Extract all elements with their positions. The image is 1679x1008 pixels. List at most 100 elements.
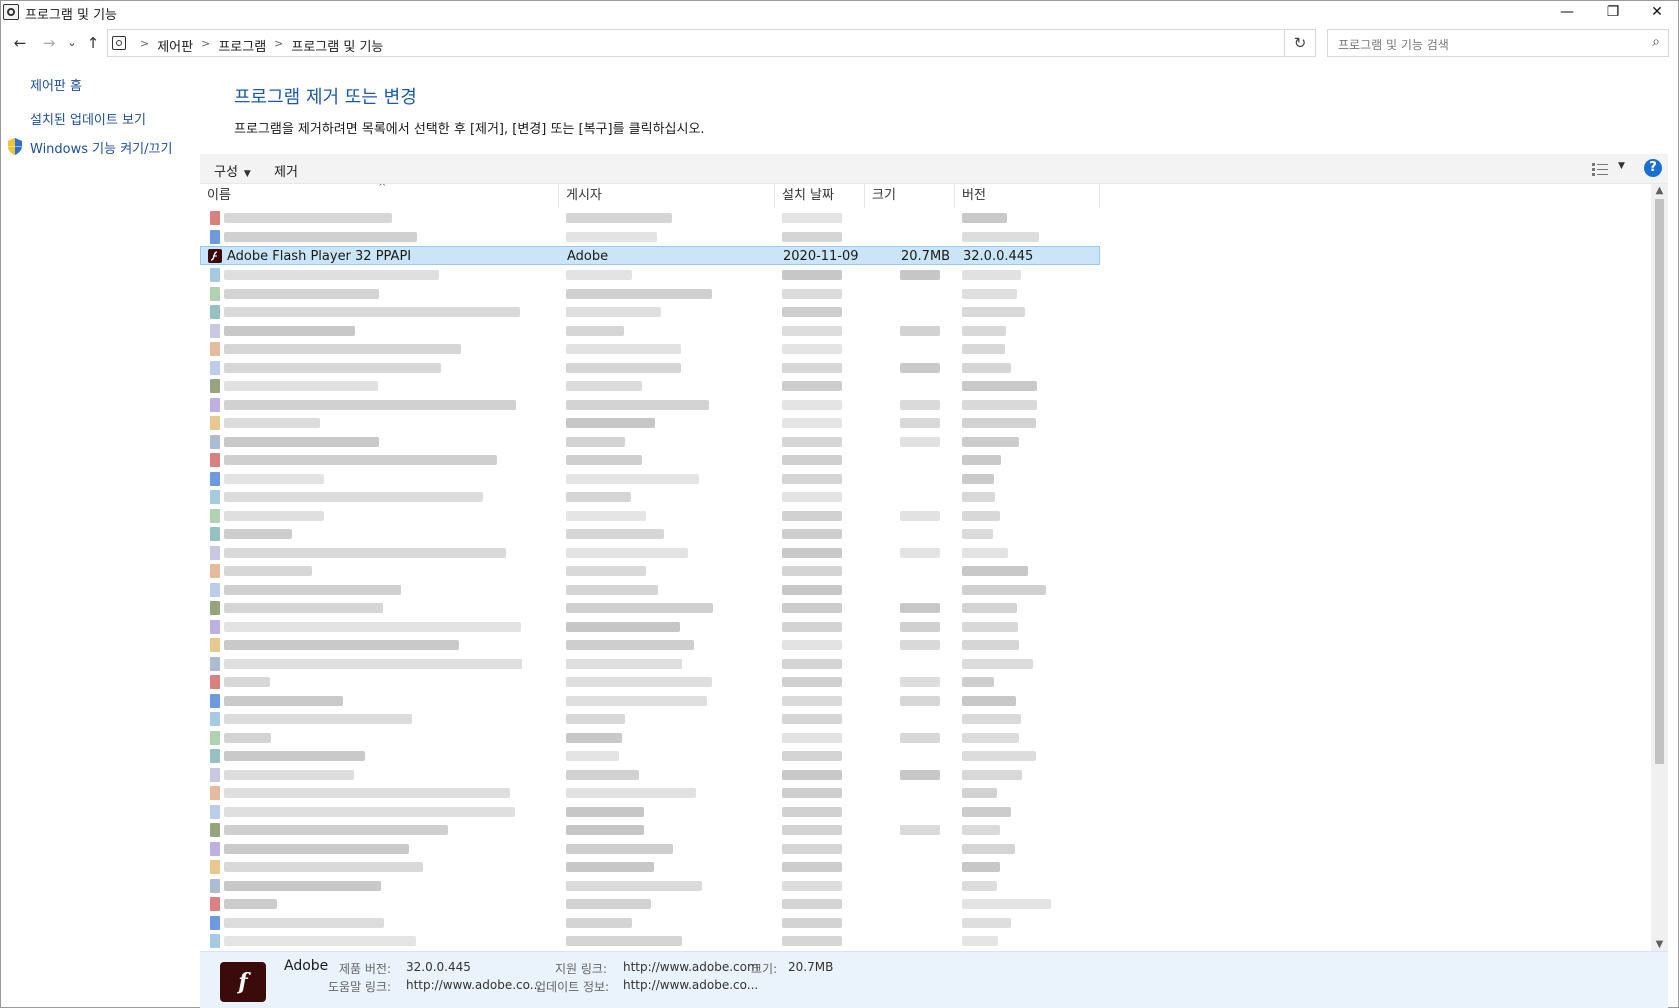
obscured-row[interactable]: [200, 617, 1100, 636]
breadcrumb-programs[interactable]: 프로그램: [218, 36, 266, 55]
details-help-link[interactable]: http://www.adobe.co...: [406, 978, 541, 992]
obscured-row[interactable]: [200, 487, 1100, 506]
obscured-app-icon: [210, 934, 220, 948]
obscured-row[interactable]: [200, 302, 1100, 321]
obscured-text: [566, 492, 631, 502]
details-support-link[interactable]: http://www.adobe.com: [623, 960, 759, 974]
obscured-text: [962, 677, 994, 687]
obscured-text: [782, 510, 842, 521]
obscured-row[interactable]: [200, 598, 1100, 617]
obscured-row[interactable]: [200, 413, 1100, 432]
organize-button[interactable]: 구성 ▼: [214, 161, 251, 180]
view-dropdown-icon[interactable]: ▼: [1618, 161, 1625, 171]
obscured-row[interactable]: [200, 931, 1100, 950]
obscured-text: [782, 843, 842, 854]
obscured-app-icon: [210, 471, 220, 486]
obscured-row[interactable]: [200, 358, 1100, 377]
obscured-text: [782, 418, 842, 428]
column-header-version[interactable]: 버전: [955, 184, 1100, 208]
close-button[interactable]: ✕: [1634, 1, 1679, 23]
vertical-scrollbar[interactable]: ▲ ▼: [1651, 184, 1668, 951]
obscured-row[interactable]: [200, 580, 1100, 599]
restore-button[interactable]: ❐: [1590, 1, 1636, 23]
obscured-row[interactable]: [200, 654, 1100, 673]
program-list[interactable]: 이름 ^ 게시자 설치 날짜 크기 버전 Adobe Flash Player …: [200, 184, 1668, 951]
obscured-text: [782, 640, 842, 650]
obscured-row[interactable]: [200, 339, 1100, 358]
breadcrumb-programs-and-features[interactable]: 프로그램 및 기능: [291, 36, 383, 55]
up-button[interactable]: ↑: [83, 33, 103, 53]
obscured-text: [224, 547, 506, 558]
obscured-row[interactable]: [200, 802, 1100, 821]
obscured-row[interactable]: [200, 561, 1100, 580]
obscured-row[interactable]: [200, 395, 1100, 414]
obscured-row[interactable]: [200, 913, 1100, 932]
obscured-row[interactable]: [200, 284, 1100, 303]
scroll-up-icon[interactable]: ▲: [1651, 185, 1668, 196]
obscured-row[interactable]: [200, 321, 1100, 340]
breadcrumb-control-panel[interactable]: 제어판: [157, 36, 193, 55]
scroll-thumb[interactable]: [1655, 199, 1664, 764]
obscured-row[interactable]: [200, 208, 1100, 227]
obscured-row[interactable]: [200, 839, 1100, 858]
sidebar: 제어판 홈 설치된 업데이트 보기 Windows 기능 켜기/끄기: [1, 61, 199, 1008]
obscured-row[interactable]: [200, 857, 1100, 876]
column-header-name[interactable]: 이름 ^: [200, 184, 559, 208]
column-header-publisher[interactable]: 게시자: [559, 184, 775, 208]
obscured-app-icon: [210, 527, 220, 541]
obscured-app-icon: [210, 564, 220, 578]
obscured-row[interactable]: [200, 265, 1100, 284]
sidebar-link-installed-updates[interactable]: 설치된 업데이트 보기: [30, 109, 146, 128]
forward-button[interactable]: →: [39, 33, 59, 53]
column-header-installed-on[interactable]: 설치 날짜: [775, 184, 865, 208]
obscured-row[interactable]: [200, 450, 1100, 469]
obscured-row[interactable]: [200, 728, 1100, 747]
search-icon[interactable]: ⌕: [1652, 34, 1660, 50]
window-title: 프로그램 및 기능: [25, 8, 117, 23]
obscured-row[interactable]: [200, 691, 1100, 710]
obscured-app-icon: [210, 211, 220, 225]
obscured-row[interactable]: [200, 783, 1100, 802]
uninstall-button[interactable]: 제거: [274, 161, 298, 180]
obscured-text: [962, 455, 1001, 465]
sidebar-link-windows-features[interactable]: Windows 기능 켜기/끄기: [30, 138, 172, 157]
scroll-down-icon[interactable]: ▼: [1651, 939, 1668, 950]
obscured-row[interactable]: [200, 506, 1100, 525]
obscured-row[interactable]: [200, 524, 1100, 543]
details-update-info[interactable]: http://www.adobe.co...: [623, 978, 758, 992]
sidebar-link-home[interactable]: 제어판 홈: [30, 75, 82, 94]
minimize-button[interactable]: —: [1544, 1, 1590, 23]
obscured-row[interactable]: [200, 432, 1100, 451]
obscured-text: [782, 362, 842, 373]
obscured-row[interactable]: [200, 820, 1100, 839]
obscured-app-icon: [210, 416, 220, 430]
obscured-row[interactable]: [200, 376, 1100, 395]
back-button[interactable]: ←: [10, 33, 30, 53]
table-row-selected[interactable]: Adobe Flash Player 32 PPAPI Adobe 2020-1…: [200, 246, 1100, 265]
obscured-text: [782, 566, 842, 576]
obscured-row[interactable]: [200, 876, 1100, 895]
obscured-text: [566, 714, 625, 724]
obscured-app-icon: [210, 619, 220, 634]
refresh-button[interactable]: ↻: [1284, 29, 1316, 57]
obscured-row[interactable]: [200, 709, 1100, 728]
obscured-row[interactable]: [200, 672, 1100, 691]
obscured-row[interactable]: [200, 227, 1100, 246]
obscured-row[interactable]: [200, 894, 1100, 913]
obscured-row[interactable]: [200, 746, 1100, 765]
view-options-icon[interactable]: [1592, 162, 1608, 176]
address-bar[interactable]: > 제어판 > 프로그램 > 프로그램 및 기능 ⌄: [107, 29, 1314, 57]
search-input[interactable]: 프로그램 및 기능 검색 ⌕: [1327, 29, 1669, 57]
obscured-row[interactable]: [200, 543, 1100, 562]
obscured-app-icon: [210, 767, 220, 782]
details-publisher: Adobe: [284, 958, 329, 974]
obscured-row[interactable]: [200, 469, 1100, 488]
obscured-app-icon: [210, 268, 220, 282]
obscured-row[interactable]: [200, 635, 1100, 654]
recent-locations-button[interactable]: ⌄: [62, 33, 82, 53]
obscured-text: [962, 899, 1051, 909]
help-icon[interactable]: ?: [1644, 159, 1662, 177]
column-header-size[interactable]: 크기: [865, 184, 955, 208]
obscured-row[interactable]: [200, 765, 1100, 784]
row-name: Adobe Flash Player 32 PPAPI: [227, 249, 412, 264]
